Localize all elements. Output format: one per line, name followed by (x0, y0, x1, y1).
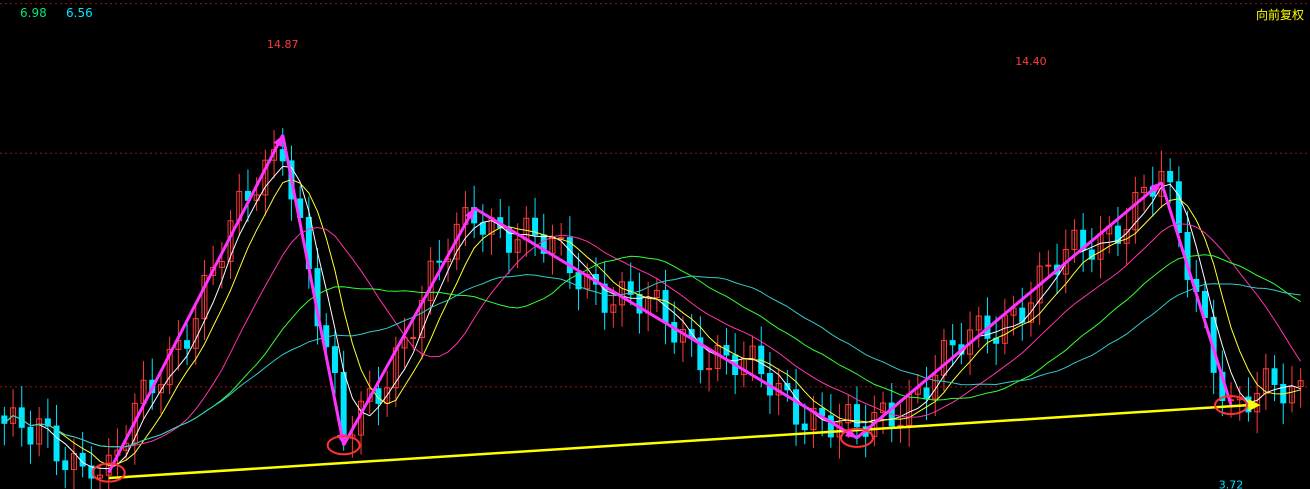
candle-body (184, 340, 191, 349)
price-annotation-14-40: 14.40 (1015, 55, 1047, 68)
candle-body (410, 337, 417, 340)
trend-arrow-final (1160, 182, 1233, 406)
price-annotation-3-72: 3.72 (1219, 479, 1244, 489)
candle-body (801, 423, 808, 431)
candle-body (923, 387, 930, 400)
candle-body (62, 460, 69, 471)
candle-body (636, 293, 643, 314)
trend-arrow-2 (281, 134, 346, 446)
candle-body (18, 407, 25, 428)
candle-body (79, 452, 86, 467)
trend-arrow-3 (342, 207, 476, 446)
trend-arrow-1 (107, 134, 285, 474)
trend-arrow-4 (473, 206, 858, 440)
candle-body (827, 415, 834, 438)
candle-body (1045, 264, 1052, 267)
candle-body (340, 372, 347, 439)
candle-body (436, 260, 443, 263)
candle-body (1167, 170, 1174, 183)
trend-arrow-5 (855, 181, 1163, 440)
candle-body (853, 404, 860, 428)
price-annotation-14-87: 14.87 (267, 38, 299, 51)
candle-body (1175, 181, 1182, 233)
candle-body (949, 340, 956, 346)
moving-average-line-4 (3, 254, 1301, 448)
candle-body (1271, 368, 1278, 385)
candle-body (331, 346, 338, 374)
candle-body (479, 222, 486, 235)
support-trend-line (108, 403, 1249, 480)
candle-body (27, 426, 34, 445)
candlestick-chart: 14.8714.403.483.72 (0, 3, 1310, 489)
